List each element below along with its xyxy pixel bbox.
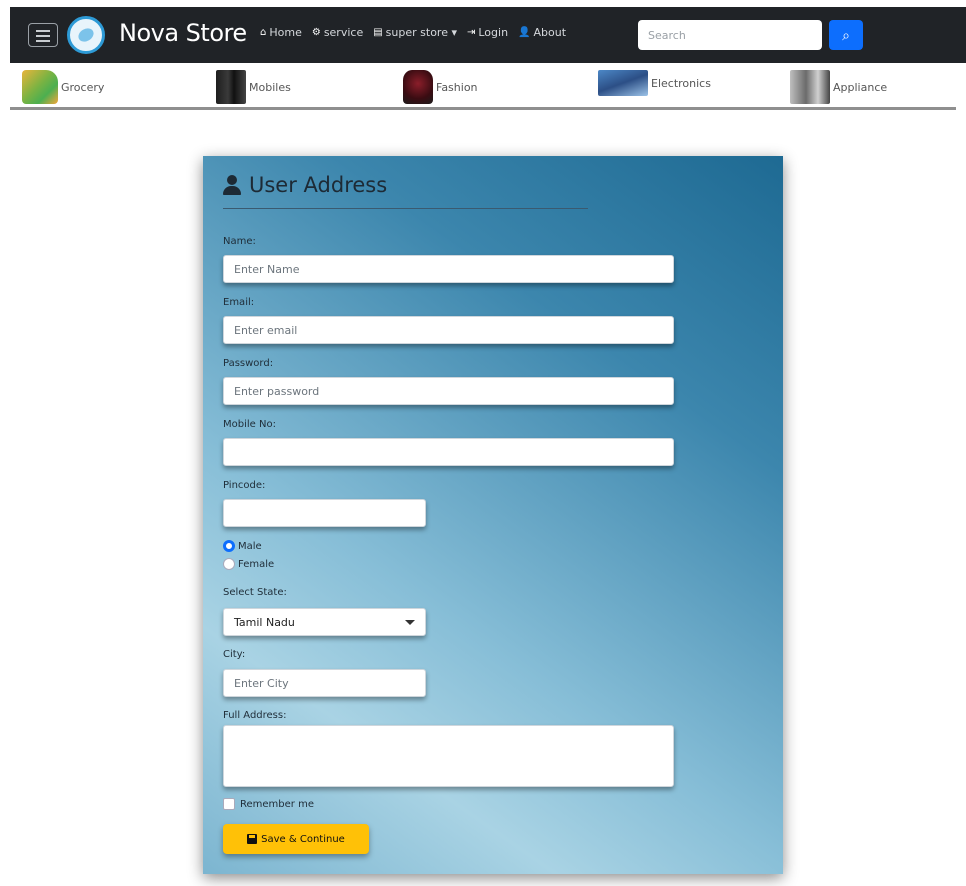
top-navbar: Nova Store ⌂ Home ⚙ service ▤ super stor… xyxy=(10,7,966,63)
name-input[interactable]: Enter Name xyxy=(223,255,674,283)
mobile-input[interactable] xyxy=(223,438,674,466)
nav-link-about[interactable]: 👤 About xyxy=(518,26,566,39)
password-label: Password: xyxy=(223,358,274,369)
category-mobiles[interactable]: Mobiles xyxy=(216,70,291,104)
category-appliance[interactable]: Appliance xyxy=(790,70,887,104)
pincode-input[interactable] xyxy=(223,499,426,527)
remember-label: Remember me xyxy=(240,798,314,810)
save-icon xyxy=(247,834,258,844)
category-grocery[interactable]: Grocery xyxy=(22,70,104,104)
nav-link-label: Login xyxy=(478,26,509,39)
nav-link-label: super store ▾ xyxy=(385,26,457,39)
nav-links: ⌂ Home ⚙ service ▤ super store ▾ ⇥ Login… xyxy=(260,26,566,39)
category-bar: Grocery Mobiles Fashion Electronics Appl… xyxy=(10,64,956,110)
category-label: Mobiles xyxy=(249,80,291,94)
gender-female-option[interactable]: Female xyxy=(223,558,274,570)
form-title-text: User Address xyxy=(249,173,388,197)
brand-name[interactable]: Nova Store xyxy=(119,19,247,47)
nav-link-super-store[interactable]: ▤ super store ▾ xyxy=(373,26,457,39)
service-icon: ⚙ xyxy=(311,27,321,38)
menu-icon-bar xyxy=(36,40,50,42)
save-continue-button[interactable]: Save & Continue xyxy=(223,824,369,854)
email-label: Email: xyxy=(223,297,255,308)
search-input[interactable] xyxy=(638,20,822,50)
user-icon xyxy=(223,175,241,195)
city-input[interactable]: Enter City xyxy=(223,669,426,697)
menu-icon-bar xyxy=(36,30,50,32)
nav-link-label: service xyxy=(323,26,364,39)
home-icon: ⌂ xyxy=(260,27,267,38)
appliance-icon xyxy=(790,70,830,104)
divider xyxy=(223,208,588,209)
category-label: Appliance xyxy=(833,80,888,94)
city-label: City: xyxy=(223,649,246,660)
address-label: Full Address: xyxy=(223,710,287,721)
category-fashion[interactable]: Fashion xyxy=(403,70,478,104)
nav-link-label: About xyxy=(533,26,567,39)
gender-male-option[interactable]: Male xyxy=(223,540,262,552)
user-icon: 👤 xyxy=(518,27,531,38)
radio-label: Female xyxy=(238,558,275,570)
radio-male[interactable] xyxy=(223,540,235,552)
email-input[interactable]: Enter email xyxy=(223,316,674,344)
grocery-icon xyxy=(22,70,58,104)
electronics-icon xyxy=(598,70,648,96)
radio-female[interactable] xyxy=(223,558,235,570)
store-icon: ▤ xyxy=(373,27,383,38)
logo-icon[interactable] xyxy=(67,16,105,54)
chevron-down-icon xyxy=(405,619,415,625)
nav-link-home[interactable]: ⌂ Home xyxy=(260,26,302,39)
state-label: Select State: xyxy=(223,587,287,598)
remember-checkbox[interactable] xyxy=(223,798,235,810)
menu-icon-bar xyxy=(36,35,50,37)
state-select[interactable]: Tamil Nadu xyxy=(223,608,426,636)
user-address-card: User Address Name: Enter Name Email: Ent… xyxy=(203,156,783,874)
address-textarea[interactable] xyxy=(223,725,674,787)
nav-link-login[interactable]: ⇥ Login xyxy=(467,26,508,39)
radio-label: Male xyxy=(238,540,262,552)
category-label: Grocery xyxy=(61,80,105,94)
menu-toggle-button[interactable] xyxy=(28,23,58,47)
name-label: Name: xyxy=(223,236,256,247)
save-button-label: Save & Continue xyxy=(261,833,345,845)
category-label: Fashion xyxy=(436,80,478,94)
fashion-icon xyxy=(403,70,433,104)
mobiles-icon xyxy=(216,70,246,104)
category-electronics[interactable]: Electronics xyxy=(598,70,711,96)
search-button[interactable]: ⌕ xyxy=(829,20,863,50)
login-icon: ⇥ xyxy=(466,27,476,38)
mobile-label: Mobile No: xyxy=(223,419,276,430)
category-label: Electronics xyxy=(651,76,711,90)
state-select-value: Tamil Nadu xyxy=(234,615,295,629)
nav-link-service[interactable]: ⚙ service xyxy=(312,26,363,39)
nav-link-label: Home xyxy=(269,26,302,39)
search-icon: ⌕ xyxy=(842,26,850,43)
remember-me-option[interactable]: Remember me xyxy=(223,798,314,810)
password-input[interactable]: Enter password xyxy=(223,377,674,405)
form-title: User Address xyxy=(223,173,387,197)
pincode-label: Pincode: xyxy=(223,480,266,491)
